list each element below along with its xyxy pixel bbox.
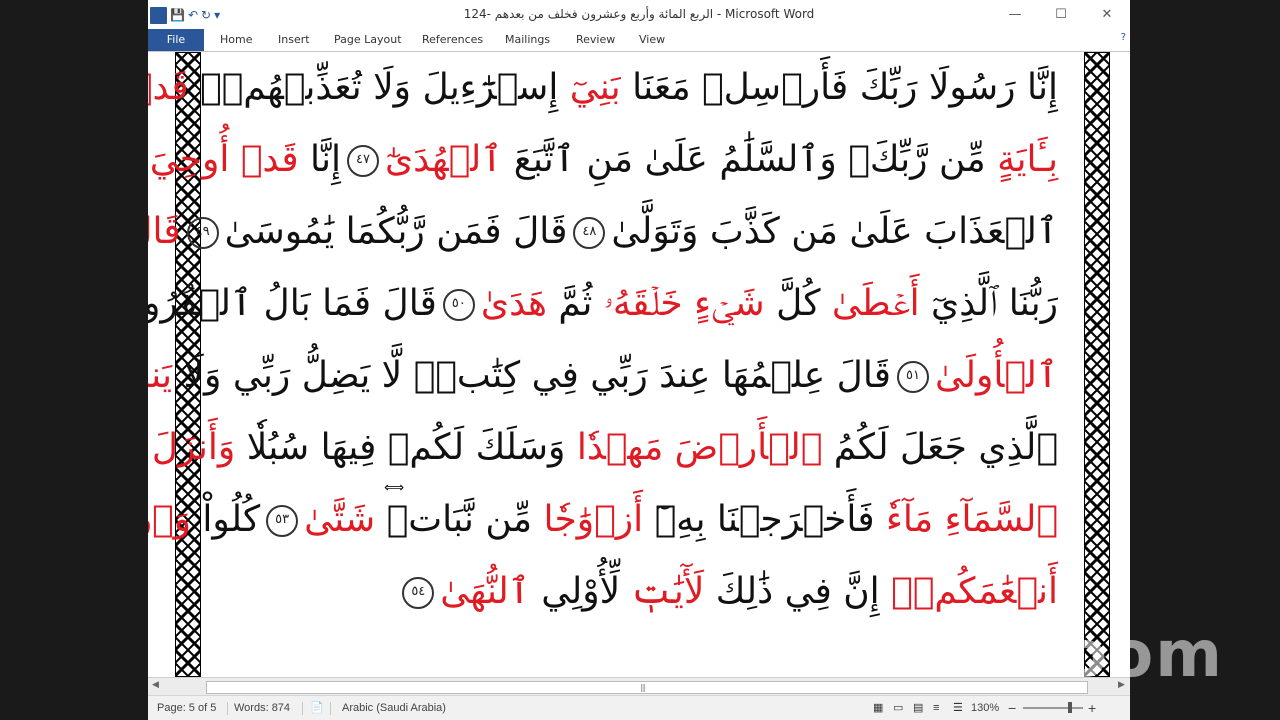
verse-text: فَأَخۡرَجۡنَا بِهِۦٓ	[643, 499, 886, 540]
scrollbar-thumb[interactable]	[206, 681, 1088, 694]
print-layout-icon[interactable]: ▦	[873, 696, 883, 720]
highlighted-word: أَنۡعَٰمَكُمۡۚ	[891, 571, 1058, 612]
ayah-number-marker: ٥٤	[402, 577, 435, 609]
ayah-number-marker: ٥١	[897, 361, 929, 393]
quran-text: إِنَّا رَسُولَا رَبِّكَ فَأَرۡسِلۡ مَعَن…	[148, 52, 1058, 628]
zoom-watermark-logo: zoom	[1024, 618, 1224, 692]
highlighted-word: وَأَنزَلَ	[151, 427, 236, 468]
verse-text: قَالَ عِلۡمُهَا عِندَ رَبِّي فِي كِتَٰبٖ…	[172, 355, 892, 396]
verse-line: أَنۡعَٰمَكُمۡۚ إِنَّ فِي ذَٰلِكَ لَأٓيَٰ…	[208, 556, 1058, 628]
full-screen-icon[interactable]: ▭	[893, 696, 903, 720]
highlighted-word: ٱلۡأُولَىٰ	[935, 355, 1058, 396]
scrollbar-grip-icon: |||	[640, 683, 646, 692]
highlighted-word: ٱلۡأَرۡضَ مَهۡدٗا	[576, 427, 823, 468]
maximize-button[interactable]: ☐	[1038, 0, 1084, 29]
verse-line: إِنَّا رَسُولَا رَبِّكَ فَأَرۡسِلۡ مَعَن…	[148, 52, 1058, 124]
language-indicator[interactable]: Arabic (Saudi Arabia)	[342, 696, 446, 720]
verse-text: وَسَلَكَ لَكُمۡ فِيهَا سُبُلٗا	[235, 427, 577, 468]
ayah-number-marker: ٥٣	[266, 505, 299, 537]
highlighted-word: قَالَ	[148, 211, 181, 252]
title-bar: W 💾 ↶ ↻ ▾ الربع المائة وأربع وعشرون فخلف…	[148, 0, 1130, 29]
verse-text: كُلُواْ	[190, 499, 261, 540]
verse-text: قَالَ فَمَا بَالُ ٱلۡقُرُونِ	[148, 283, 437, 324]
highlighted-word: يَنسَى	[148, 355, 173, 396]
horizontal-scrollbar[interactable]: ◀ ||| ▶	[148, 677, 1130, 695]
close-button[interactable]: ✕	[1084, 0, 1130, 29]
highlighted-word: شَيۡءٍ خَلۡقَهُۥ	[603, 283, 765, 324]
verse-line: رَبُّنَا ٱلَّذِيٓ أَعۡطَىٰ كُلَّ شَيۡءٍ …	[148, 268, 1058, 340]
verse-text: مِّن نَّبَاتٖ	[375, 499, 544, 540]
document-page[interactable]: إِنَّا رَسُولَا رَبِّكَ فَأَرۡسِلۡ مَعَن…	[148, 52, 1130, 677]
zoom-out-button[interactable]: −	[1008, 696, 1016, 720]
highlighted-word: وَٱرۡعَوۡاْ	[148, 499, 191, 540]
verse-text: إِنَّا رَسُولَا رَبِّكَ فَأَرۡسِلۡ مَعَن…	[620, 67, 1058, 108]
verse-text: ثُمَّ	[546, 283, 604, 324]
verse-text: ٱلَّذِي جَعَلَ لَكُمُ	[822, 427, 1058, 468]
draft-icon[interactable]: ☰	[953, 696, 963, 720]
ayah-number-marker: ٤٧	[346, 145, 379, 177]
highlighted-word: ٱلسَّمَآءِ مَآءٗ	[885, 499, 1058, 540]
tab-references[interactable]: References	[422, 29, 483, 51]
verse-text: إِسۡرَٰٓءِيلَ وَلَا تُعَذِّبۡهُمۡۖ	[188, 67, 570, 108]
verse-line: ٱلسَّمَآءِ مَآءٗ فَأَخۡرَجۡنَا بِهِۦٓ أَ…	[148, 484, 1058, 556]
tab-review[interactable]: Review	[576, 29, 615, 51]
verse-text: لِّأُوْلِي	[529, 571, 632, 612]
resize-cursor-icon: ⟺	[384, 480, 405, 496]
highlighted-word: أَزۡوَٰجٗا	[543, 499, 644, 540]
verse-text: مِّن رَّبِّكَۖ وَٱلسَّلَٰمُ عَلَىٰ مَنِ …	[502, 139, 998, 180]
zoom-level[interactable]: 130%	[971, 696, 999, 720]
highlighted-word: ٱلۡهُدَىٰٓ	[384, 139, 503, 180]
highlighted-word: لَأٓيَٰتٖ	[631, 571, 705, 612]
status-bar: Page: 5 of 5 Words: 874 📄 Arabic (Saudi …	[148, 695, 1130, 720]
verse-line: ٱلۡعَذَابَ عَلَىٰ مَن كَذَّبَ وَتَوَلَّى…	[148, 196, 1058, 268]
verse-text: كُلَّ	[764, 283, 832, 324]
zoom-in-button[interactable]: +	[1088, 696, 1096, 720]
word-window: W 💾 ↶ ↻ ▾ الربع المائة وأربع وعشرون فخلف…	[148, 0, 1130, 720]
tab-view[interactable]: View	[639, 29, 665, 51]
tab-insert[interactable]: Insert	[278, 29, 310, 51]
verse-text: إِنَّا	[298, 139, 341, 180]
verse-line: ٱلۡأُولَىٰ٥١قَالَ عِلۡمُهَا عِندَ رَبِّي…	[148, 340, 1058, 412]
ayah-number-marker: ٥٠	[442, 289, 475, 321]
web-layout-icon[interactable]: ▤	[913, 696, 923, 720]
window-title: الربع المائة وأربع وعشرون فخلف من بعدهم …	[463, 7, 815, 21]
outline-icon[interactable]: ≡	[933, 696, 939, 720]
zoom-slider-knob[interactable]	[1067, 702, 1072, 713]
highlighted-word: قَدۡ أُوحِيَ	[149, 139, 299, 180]
minimize-button[interactable]: —	[992, 0, 1038, 29]
tab-file[interactable]: File	[148, 29, 204, 51]
zoom-slider[interactable]	[1023, 707, 1083, 709]
highlighted-word: هَدَىٰ	[480, 283, 547, 324]
page-count[interactable]: Page: 5 of 5	[157, 696, 216, 720]
verse-text: رَبُّنَا ٱلَّذِيٓ	[919, 283, 1058, 324]
verse-text: إِنَّ فِي ذَٰلِكَ	[704, 571, 892, 612]
ayah-number-marker: ٤٩	[186, 217, 219, 249]
word-count[interactable]: Words: 874	[234, 696, 290, 720]
window-controls: — ☐ ✕	[992, 0, 1130, 29]
ribbon-tabs: File Home Insert Page Layout References …	[148, 29, 1130, 52]
highlighted-word: بَنِيٓ	[569, 67, 621, 108]
tab-home[interactable]: Home	[220, 29, 252, 51]
ayah-number-marker: ٤٨	[573, 217, 606, 249]
verse-line: ٱلَّذِي جَعَلَ لَكُمُ ٱلۡأَرۡضَ مَهۡدٗا …	[152, 412, 1058, 484]
highlighted-word: قَدۡ جِئۡنَٰكَ	[148, 67, 189, 108]
highlighted-word: بِـَٔايَةٍ	[997, 139, 1058, 180]
tab-mailings[interactable]: Mailings	[505, 29, 550, 51]
verse-text: قَالَ فَمَن رَّبُّكُمَا يَٰمُوسَىٰ	[224, 211, 568, 252]
verse-line: بِـَٔايَةٍ مِّن رَّبِّكَۖ وَٱلسَّلَٰمُ ع…	[150, 124, 1058, 196]
proofing-icon[interactable]: 📄	[310, 696, 324, 720]
verse-text: ٱلۡعَذَابَ عَلَىٰ مَن كَذَّبَ وَتَوَلَّى…	[611, 211, 1058, 252]
help-icon[interactable]: ?	[1121, 32, 1126, 43]
highlighted-word: ٱلنُّهَىٰ	[440, 571, 530, 612]
highlighted-word: شَتَّىٰ	[304, 499, 376, 540]
highlighted-word: أَعۡطَىٰ	[831, 283, 920, 324]
page-border-right	[1084, 52, 1110, 677]
scroll-left-icon[interactable]: ◀	[152, 680, 159, 690]
tab-page-layout[interactable]: Page Layout	[334, 29, 402, 51]
